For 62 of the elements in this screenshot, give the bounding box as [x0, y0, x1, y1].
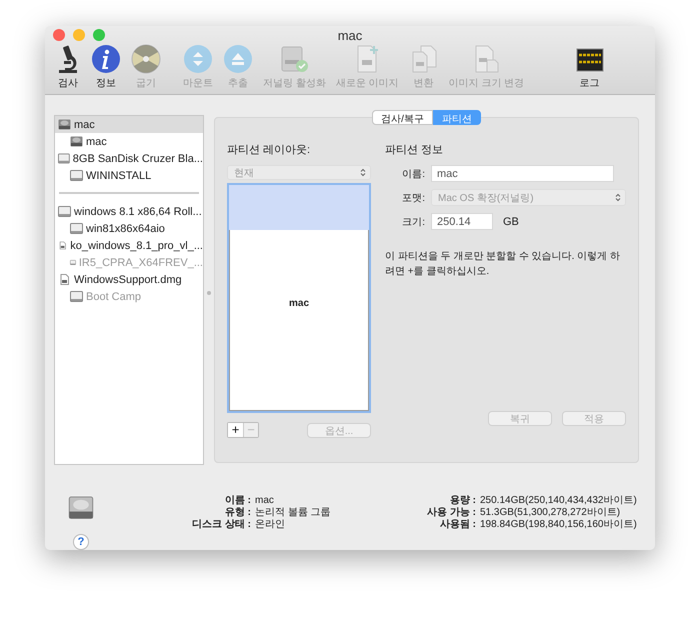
disk-image-icon [58, 274, 71, 285]
detail-value: 250.14GB(250,140,434,432바이트) [480, 495, 637, 507]
sidebar-item[interactable]: WININSTALL [55, 167, 203, 184]
detail-label: 사용됨 : [438, 519, 476, 531]
unit-label: GB [503, 216, 519, 228]
detail-label: 이름 : [224, 495, 251, 507]
detail-value: 논리적 볼륨 그룹 [255, 507, 331, 519]
detail-label: 디스크 상태 : [191, 519, 251, 531]
sidebar-item[interactable]: win81x86x64aio [55, 220, 203, 237]
detail-label: 사용 가능 : [426, 507, 476, 519]
detail-value: mac [255, 495, 275, 507]
section-title: 파티션 정보 [385, 143, 444, 157]
sidebar-item[interactable]: mac [55, 116, 203, 133]
splitter-handle[interactable] [207, 290, 211, 294]
sidebar-item[interactable]: mac [55, 133, 203, 150]
detail-value: 51.3GB(51,300,278,272바이트) [480, 507, 622, 519]
eject-icon [223, 44, 253, 74]
window-control[interactable] [73, 29, 85, 41]
sidebar-item[interactable]: ko_windows_8.1_pro_vl_... [55, 237, 203, 254]
toolbar-button[interactable]: 로그 [532, 46, 647, 90]
console-icon [576, 46, 604, 74]
name-field[interactable]: mac [431, 165, 614, 182]
field-label: 크기: [401, 216, 425, 228]
hard-drive-icon [58, 119, 71, 130]
drive-icon [70, 223, 83, 234]
toolbar-button[interactable]: 검사 [53, 44, 83, 90]
window-control[interactable] [53, 29, 65, 41]
radiation-icon [131, 44, 161, 74]
hard-drive-icon [68, 495, 94, 520]
chevron-icon [615, 193, 621, 202]
partition-label: mac [288, 298, 309, 309]
detail-label: 용량 : [448, 495, 476, 507]
section-title: 파티션 레이아웃: [227, 143, 312, 157]
sidebar-item[interactable]: 8GB SanDisk Cruzer Bla... [55, 150, 203, 167]
hard-drive-icon [70, 136, 83, 147]
partition-map[interactable]: mac [227, 183, 371, 413]
tab[interactable]: 검사/복구 [372, 110, 433, 125]
field-label: 포맷: [401, 192, 425, 204]
help-button[interactable]: ? [73, 534, 89, 550]
detail-label: 유형 : [224, 507, 251, 519]
detail-value: 198.84GB(198,840,156,160바이트) [480, 519, 637, 531]
partition-note: 이 파티션을 두 개로만 분할할 수 있습니다. 이렇게 하려면 +를 클릭하십시오. [385, 250, 622, 279]
detail-value: 온라인 [255, 519, 286, 531]
sidebar-item[interactable]: WindowsSupport.dmg [55, 271, 203, 288]
toolbar-button[interactable]: 정보 [89, 44, 123, 90]
drive-icon [70, 257, 76, 268]
tab[interactable]: 파티션 [432, 110, 481, 125]
drive-icon [70, 170, 83, 181]
add-button[interactable]: + [228, 423, 243, 437]
chevron-icon [360, 168, 366, 177]
window-control[interactable] [93, 29, 105, 41]
drive-icon [58, 206, 71, 217]
drive-icon [58, 153, 70, 164]
window-title: mac [338, 28, 362, 42]
drive-icon [70, 291, 83, 302]
sidebar-item[interactable]: windows 8.1 x86,64 Roll... [55, 203, 203, 220]
disk-check-icon [279, 44, 310, 74]
mount-icon [183, 44, 213, 74]
field-label: 이름: [401, 168, 425, 180]
info-icon [91, 44, 121, 74]
disk-image-icon [58, 240, 68, 251]
size-field[interactable]: 250.14 [431, 213, 493, 230]
